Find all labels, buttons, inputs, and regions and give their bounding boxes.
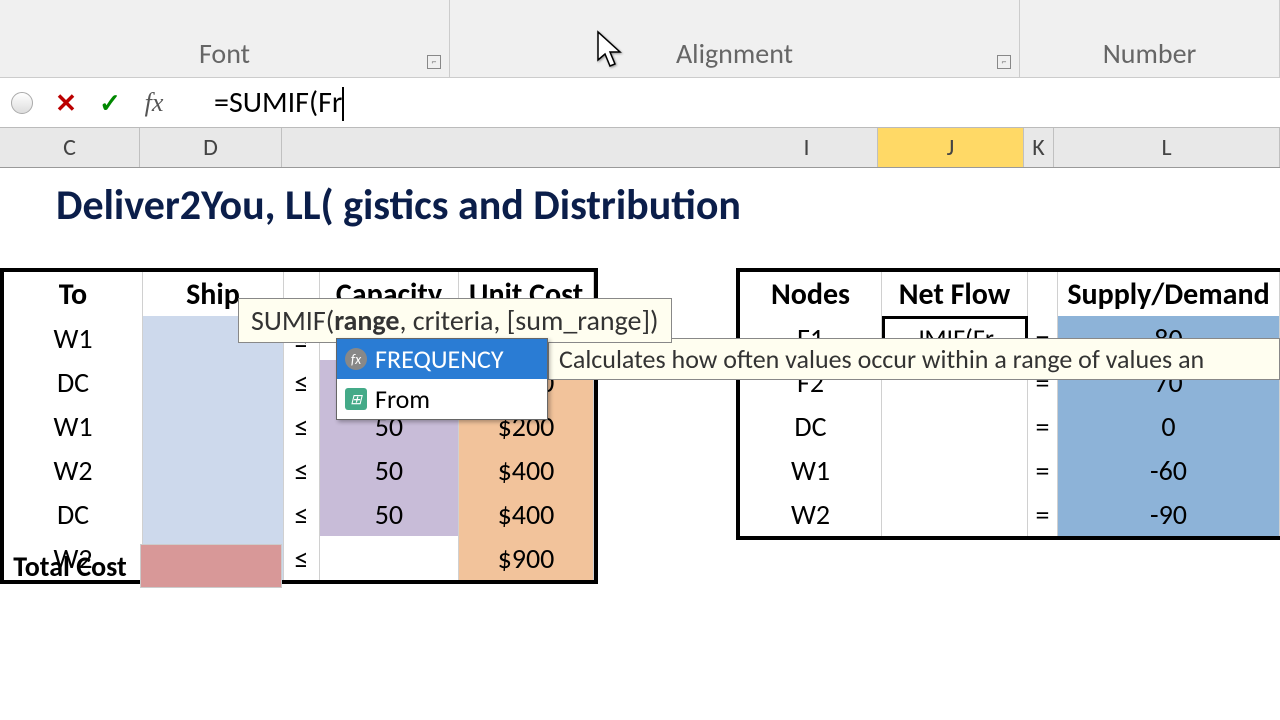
ribbon-label-number: Number bbox=[1103, 36, 1197, 71]
cell-ship[interactable] bbox=[143, 360, 284, 404]
formula-syntax-hint[interactable]: SUMIF(range, criteria, [sum_range]) bbox=[238, 298, 672, 343]
cell-cap[interactable]: 50 bbox=[320, 492, 459, 536]
cell-uc[interactable]: $400 bbox=[459, 448, 594, 492]
name-box-dropdown[interactable] bbox=[0, 83, 44, 123]
cell-leq: ≤ bbox=[284, 492, 320, 536]
col-header-l[interactable]: L bbox=[1054, 128, 1280, 167]
function-icon: fx bbox=[345, 348, 367, 370]
cell-uc[interactable]: $400 bbox=[459, 492, 594, 536]
ribbon-label-font: Font bbox=[199, 36, 250, 71]
cell-leq: ≤ bbox=[284, 448, 320, 492]
cell-eq: = bbox=[1028, 404, 1058, 448]
th-eq bbox=[1028, 272, 1058, 316]
th-netflow: Net Flow bbox=[882, 272, 1028, 316]
th-to: To bbox=[4, 272, 143, 316]
cell-leq: ≤ bbox=[284, 360, 320, 404]
cell-ship[interactable] bbox=[143, 448, 284, 492]
cell-leq: ≤ bbox=[284, 536, 320, 580]
cell-sd[interactable]: 0 bbox=[1058, 404, 1280, 448]
cell-cap[interactable]: 50 bbox=[320, 448, 459, 492]
cell-nf[interactable] bbox=[882, 492, 1028, 536]
table-nodes: Nodes Net Flow Supply/Demand F1JMIF(Fr=8… bbox=[736, 268, 1280, 540]
cell-cap[interactable] bbox=[320, 536, 459, 580]
autocomplete-item-frequency[interactable]: fx FREQUENCY bbox=[337, 339, 547, 379]
autocomplete-item-from[interactable]: ⊞ From bbox=[337, 379, 547, 419]
col-header-k[interactable]: K bbox=[1024, 128, 1054, 167]
formula-text: =SUMIF(Fr bbox=[214, 84, 342, 121]
fx-icon[interactable]: fx bbox=[132, 83, 176, 123]
formula-input[interactable]: =SUMIF(Fr bbox=[176, 84, 1280, 122]
total-cost-cell[interactable] bbox=[140, 544, 282, 588]
cell-nf[interactable] bbox=[882, 448, 1028, 492]
total-cost-label: Total Cost bbox=[0, 544, 140, 588]
cancel-icon[interactable]: ✕ bbox=[44, 83, 88, 123]
autocomplete-dropdown[interactable]: fx FREQUENCY ⊞ From bbox=[336, 338, 548, 420]
th-supplydemand: Supply/Demand bbox=[1058, 272, 1280, 316]
cell-eq: = bbox=[1028, 448, 1058, 492]
cell-node[interactable]: W2 bbox=[740, 492, 882, 536]
alignment-dialog-launcher-icon[interactable]: ⌐ bbox=[997, 55, 1011, 69]
ribbon-group-number: Number bbox=[1020, 0, 1280, 77]
cell-node[interactable]: DC bbox=[740, 404, 882, 448]
cell-sd[interactable]: -60 bbox=[1058, 448, 1280, 492]
col-header-i[interactable]: I bbox=[736, 128, 878, 167]
autocomplete-description: Calculates how often values occur within… bbox=[548, 338, 1280, 380]
cell-to[interactable]: DC bbox=[4, 492, 143, 536]
font-dialog-launcher-icon[interactable]: ⌐ bbox=[427, 55, 441, 69]
name-icon: ⊞ bbox=[345, 388, 367, 410]
col-header-c[interactable]: C bbox=[0, 128, 140, 167]
cell-to[interactable]: W1 bbox=[4, 316, 143, 360]
ribbon-group-font: Font ⌐ bbox=[0, 0, 450, 77]
cell-ship[interactable] bbox=[143, 492, 284, 536]
cell-eq: = bbox=[1028, 492, 1058, 536]
th-nodes: Nodes bbox=[740, 272, 882, 316]
cell-sd[interactable]: -90 bbox=[1058, 492, 1280, 536]
cell-nf[interactable] bbox=[882, 404, 1028, 448]
cell-leq: ≤ bbox=[284, 404, 320, 448]
col-header-d[interactable]: D bbox=[140, 128, 282, 167]
col-header-j[interactable]: J bbox=[878, 128, 1024, 167]
formula-bar: ✕ ✓ fx =SUMIF(Fr bbox=[0, 78, 1280, 128]
ribbon-label-alignment: Alignment bbox=[676, 36, 793, 71]
col-header-gap bbox=[282, 128, 736, 167]
cell-uc[interactable]: $900 bbox=[459, 536, 594, 580]
cell-to[interactable]: W1 bbox=[4, 404, 143, 448]
cell-ship[interactable] bbox=[143, 404, 284, 448]
cell-node[interactable]: W1 bbox=[740, 448, 882, 492]
ribbon-group-alignment: Alignment ⌐ bbox=[450, 0, 1020, 77]
cell-to[interactable]: DC bbox=[4, 360, 143, 404]
company-title: Deliver2You, LL( gistics and Distributio… bbox=[56, 180, 741, 231]
column-headers: C D I J K L bbox=[0, 128, 1280, 168]
mouse-cursor-icon bbox=[596, 30, 624, 73]
cell-to[interactable]: W2 bbox=[4, 448, 143, 492]
ribbon: Font ⌐ Alignment ⌐ Number bbox=[0, 0, 1280, 78]
accept-icon[interactable]: ✓ bbox=[88, 83, 132, 123]
